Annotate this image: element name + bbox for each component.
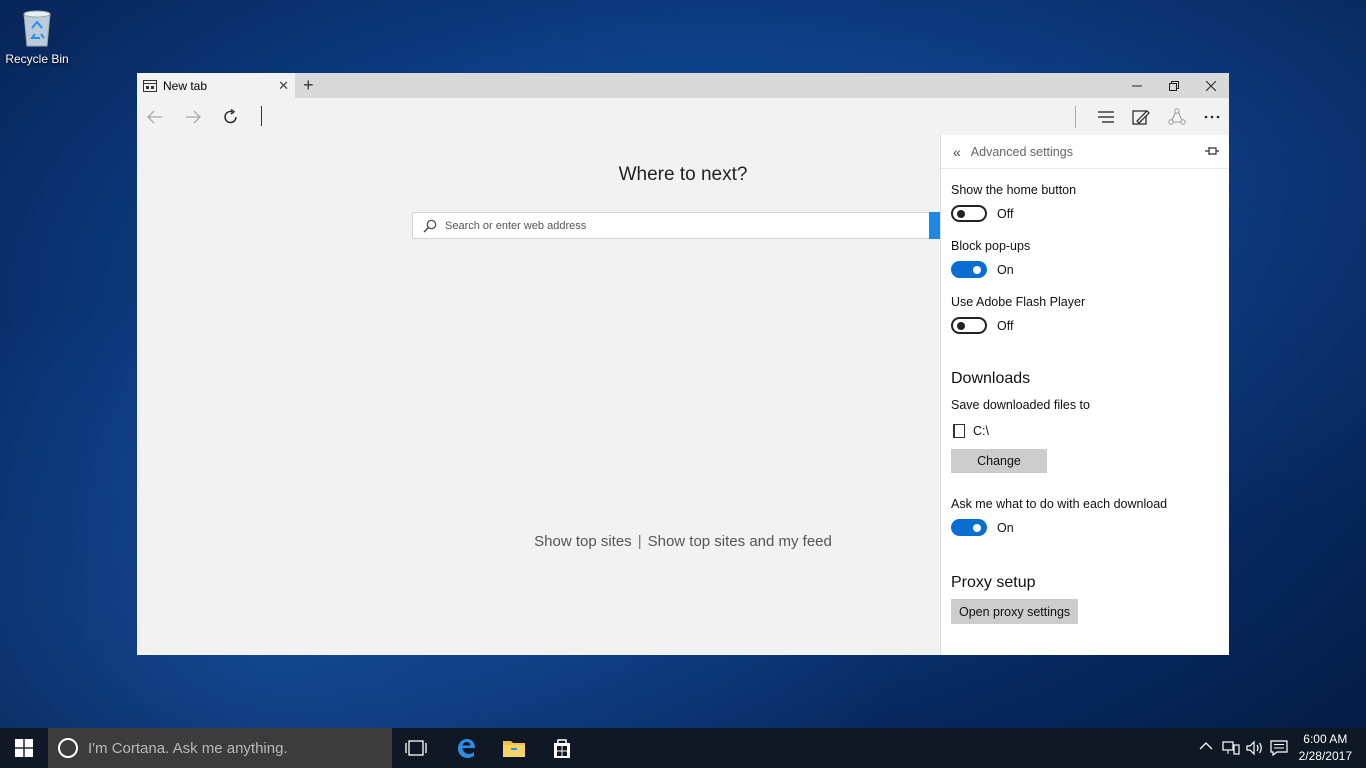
edge-logo-icon: [458, 739, 475, 758]
cortana-ring-icon: [58, 738, 78, 758]
task-view-icon: [405, 740, 427, 756]
volume-icon[interactable]: [1246, 740, 1264, 759]
ask-download-toggle[interactable]: [951, 519, 987, 536]
panel-title: Advanced settings: [970, 144, 1073, 159]
store-bag-icon: [554, 739, 570, 758]
proxy-setup-heading: Proxy setup: [951, 574, 1036, 591]
restore-icon: [1169, 80, 1179, 91]
panel-header: « Advanced settings: [941, 135, 1229, 169]
open-proxy-settings-button[interactable]: Open proxy settings: [951, 599, 1079, 624]
clock-date: 2/28/2017: [1298, 749, 1352, 763]
recycle-bin-shortcut[interactable]: Recycle Bin: [4, 6, 70, 66]
windows-logo-icon: [15, 739, 33, 757]
minimize-icon: [1132, 85, 1142, 86]
search-icon: [423, 219, 437, 232]
panel-body: Show the home button Off Block pop-ups O…: [941, 183, 1229, 624]
recycle-bin-label: Recycle Bin: [5, 52, 69, 66]
home-button-state: Off: [997, 206, 1014, 221]
download-path: C:\: [973, 424, 989, 438]
close-window-button[interactable]: [1193, 73, 1229, 98]
pin-pane-icon[interactable]: [1205, 144, 1219, 158]
taskbar: I'm Cortana. Ask me anything. 6:00 AM 2/…: [0, 728, 1366, 768]
top-sites-separator: |: [637, 533, 642, 550]
clock-time: 6:00 AM: [1303, 732, 1348, 746]
ask-download-state: On: [997, 520, 1014, 535]
forward-button[interactable]: [180, 104, 206, 130]
toolbar-divider: [1075, 106, 1076, 128]
tab-title: New tab: [163, 78, 208, 93]
ask-download-label: Ask me what to do with each download: [951, 497, 1168, 511]
back-arrow-icon: [147, 110, 162, 124]
hub-button[interactable]: [1093, 104, 1119, 130]
cortana-search-box[interactable]: I'm Cortana. Ask me anything.: [48, 728, 392, 768]
show-hidden-icons-chevron-icon[interactable]: [1199, 739, 1213, 754]
recycle-bin-icon: [19, 8, 55, 48]
tab-bar: New tab ✕ +: [137, 73, 1229, 98]
web-note-pen-icon: [1132, 110, 1150, 125]
downloads-heading: Downloads: [951, 370, 1031, 387]
block-popups-toggle[interactable]: [951, 261, 987, 278]
task-view-button[interactable]: [392, 728, 440, 768]
restore-button[interactable]: [1156, 73, 1192, 98]
store-button[interactable]: [538, 728, 586, 768]
back-button[interactable]: [142, 104, 168, 130]
close-icon: [1206, 80, 1216, 91]
start-button[interactable]: [0, 728, 48, 768]
flash-player-state: Off: [997, 318, 1014, 333]
home-button-toggle-row: Off: [951, 205, 1219, 222]
flash-player-toggle-row: Off: [951, 317, 1219, 334]
network-icon[interactable]: [1222, 740, 1240, 759]
edge-window: New tab ✕ + Where to next? Search or ent…: [137, 73, 1229, 655]
save-downloads-label: Save downloaded files to: [951, 398, 1090, 412]
system-clock[interactable]: 6:00 AM 2/28/2017: [1299, 731, 1352, 765]
flash-player-toggle[interactable]: [951, 317, 987, 334]
home-button-setting-label: Show the home button: [951, 183, 1077, 197]
minimize-button[interactable]: [1119, 73, 1155, 98]
more-actions-button[interactable]: [1199, 104, 1225, 130]
share-icon: [1168, 108, 1186, 125]
block-popups-toggle-row: On: [951, 261, 1219, 278]
ellipsis-icon: [1204, 115, 1220, 119]
navigation-toolbar: [137, 98, 1229, 135]
ask-download-toggle-row: On: [951, 519, 1219, 536]
cortana-placeholder: I'm Cortana. Ask me anything.: [88, 739, 288, 757]
folder-icon: [503, 741, 525, 757]
home-button-toggle[interactable]: [951, 205, 987, 222]
share-button[interactable]: [1164, 104, 1190, 130]
new-tab-page-icon: [143, 79, 157, 92]
address-bar[interactable]: [261, 106, 262, 126]
web-note-button[interactable]: [1128, 104, 1154, 130]
refresh-icon: [224, 109, 237, 124]
refresh-button[interactable]: [218, 104, 244, 130]
new-tab-search-box[interactable]: [412, 212, 940, 239]
hub-icon: [1098, 111, 1114, 123]
drive-icon: [953, 424, 965, 438]
close-tab-icon[interactable]: ✕: [278, 78, 289, 94]
panel-back-chevron-icon[interactable]: «: [953, 144, 961, 160]
block-popups-state: On: [997, 262, 1014, 277]
advanced-settings-panel: « Advanced settings Show the home button…: [940, 135, 1229, 655]
edge-taskbar-button[interactable]: [442, 728, 490, 768]
forward-arrow-icon: [186, 110, 201, 124]
action-center-icon[interactable]: [1270, 740, 1288, 759]
new-tab-button[interactable]: +: [303, 75, 314, 96]
file-explorer-button[interactable]: [490, 728, 538, 768]
show-top-sites-link[interactable]: Show top sites: [534, 533, 632, 550]
block-popups-label: Block pop-ups: [951, 239, 1031, 253]
search-go-button[interactable]: [929, 212, 940, 239]
flash-player-label: Use Adobe Flash Player: [951, 295, 1086, 309]
show-top-sites-feed-link[interactable]: Show top sites and my feed: [648, 533, 832, 550]
tab-new-tab[interactable]: New tab ✕: [137, 73, 295, 98]
download-path-row: C:\: [951, 424, 1219, 438]
search-input[interactable]: [445, 219, 915, 232]
change-download-location-button[interactable]: Change: [951, 449, 1047, 473]
